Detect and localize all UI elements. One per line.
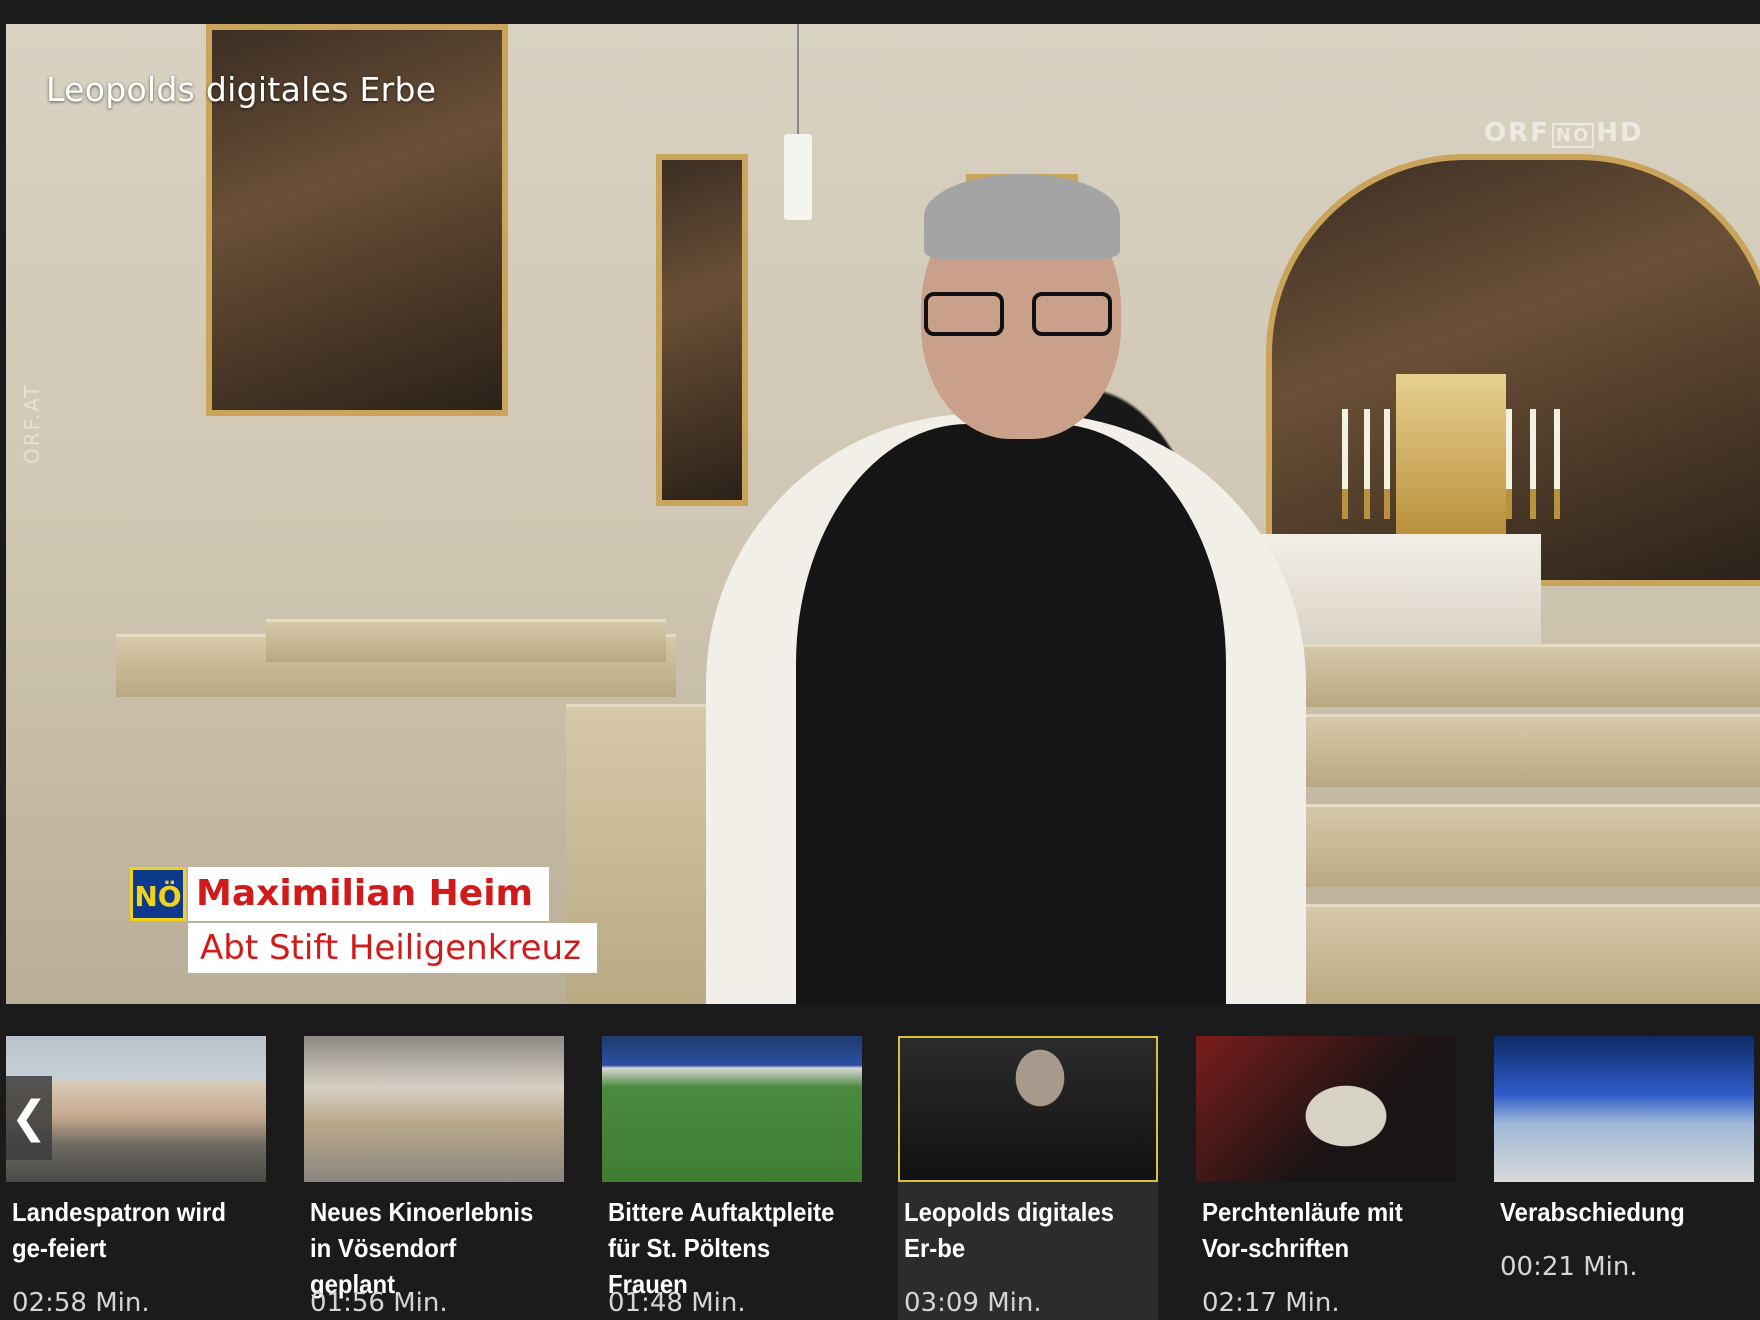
video-title: Leopolds digitales Erbe: [46, 70, 437, 109]
candle: [1506, 409, 1512, 519]
video-card-title[interactable]: Bittere Auftaktpleite für St. Pöltens Fr…: [608, 1194, 840, 1302]
person-hair: [924, 174, 1120, 259]
video-thumbnail[interactable]: [1494, 1036, 1754, 1182]
painting-middle: [656, 154, 748, 506]
video-card-title[interactable]: Verabschiedung: [1500, 1194, 1732, 1230]
video-thumbnail[interactable]: [1196, 1036, 1456, 1182]
region-badge: NÖ: [130, 867, 186, 921]
video-card-title[interactable]: Leopolds digitales Er-be: [904, 1194, 1136, 1266]
candle: [1530, 409, 1536, 519]
person-scapular: [796, 424, 1226, 1004]
pew: [266, 619, 666, 662]
video-card-title[interactable]: Neues Kinoerlebnis in Vösendorf geplant: [310, 1194, 542, 1302]
video-card-duration: 02:58 Min.: [12, 1288, 150, 1318]
channel-logo-orf: ORF: [1484, 118, 1550, 148]
candle: [1364, 409, 1370, 519]
video-card[interactable]: Perchtenläufe mit Vor-schriften 02:17 Mi…: [1196, 1036, 1456, 1320]
video-card[interactable]: Neues Kinoerlebnis in Vösendorf geplant …: [304, 1036, 564, 1320]
candle: [1342, 409, 1348, 519]
video-player[interactable]: Leopolds digitales Erbe ORF NÖ HD ORF.AT N…: [6, 24, 1760, 1004]
video-card[interactable]: Verabschiedung 00:21 Min.: [1494, 1036, 1754, 1320]
related-videos: Landespatron wird ge-feiert 02:58 Min. N…: [0, 1036, 1760, 1320]
channel-logo: ORF NÖ HD: [1484, 118, 1644, 148]
painting-altar: [1266, 154, 1760, 586]
chevron-left-icon[interactable]: ❮: [6, 1076, 52, 1160]
video-card-duration: 00:21 Min.: [1500, 1252, 1638, 1282]
video-card-duration: 02:17 Min.: [1202, 1288, 1340, 1318]
speaker-name: Maximilian Heim: [188, 867, 550, 921]
video-card-active[interactable]: Leopolds digitales Er-be 03:09 Min.: [898, 1036, 1158, 1320]
candle: [1384, 409, 1390, 519]
tabernacle: [1396, 374, 1506, 534]
video-card-title[interactable]: Landespatron wird ge-feiert: [12, 1194, 244, 1266]
candle: [1554, 409, 1560, 519]
video-thumbnail[interactable]: [602, 1036, 862, 1182]
video-thumbnail[interactable]: [898, 1036, 1158, 1182]
pendant-lamp: [778, 24, 818, 220]
video-card-duration: 01:56 Min.: [310, 1288, 448, 1318]
speaker-role: Abt Stift Heiligenkreuz: [188, 923, 597, 973]
video-card-duration: 01:48 Min.: [608, 1288, 746, 1318]
channel-logo-region: NÖ: [1551, 123, 1595, 148]
video-thumbnail[interactable]: [304, 1036, 564, 1182]
watermark: ORF.AT: [20, 383, 44, 464]
video-card-duration: 03:09 Min.: [904, 1288, 1042, 1318]
channel-logo-hd: HD: [1596, 118, 1644, 148]
glasses: [924, 292, 1114, 336]
video-card[interactable]: Bittere Auftaktpleite für St. Pöltens Fr…: [602, 1036, 862, 1320]
video-card-title[interactable]: Perchtenläufe mit Vor-schriften: [1202, 1194, 1434, 1266]
